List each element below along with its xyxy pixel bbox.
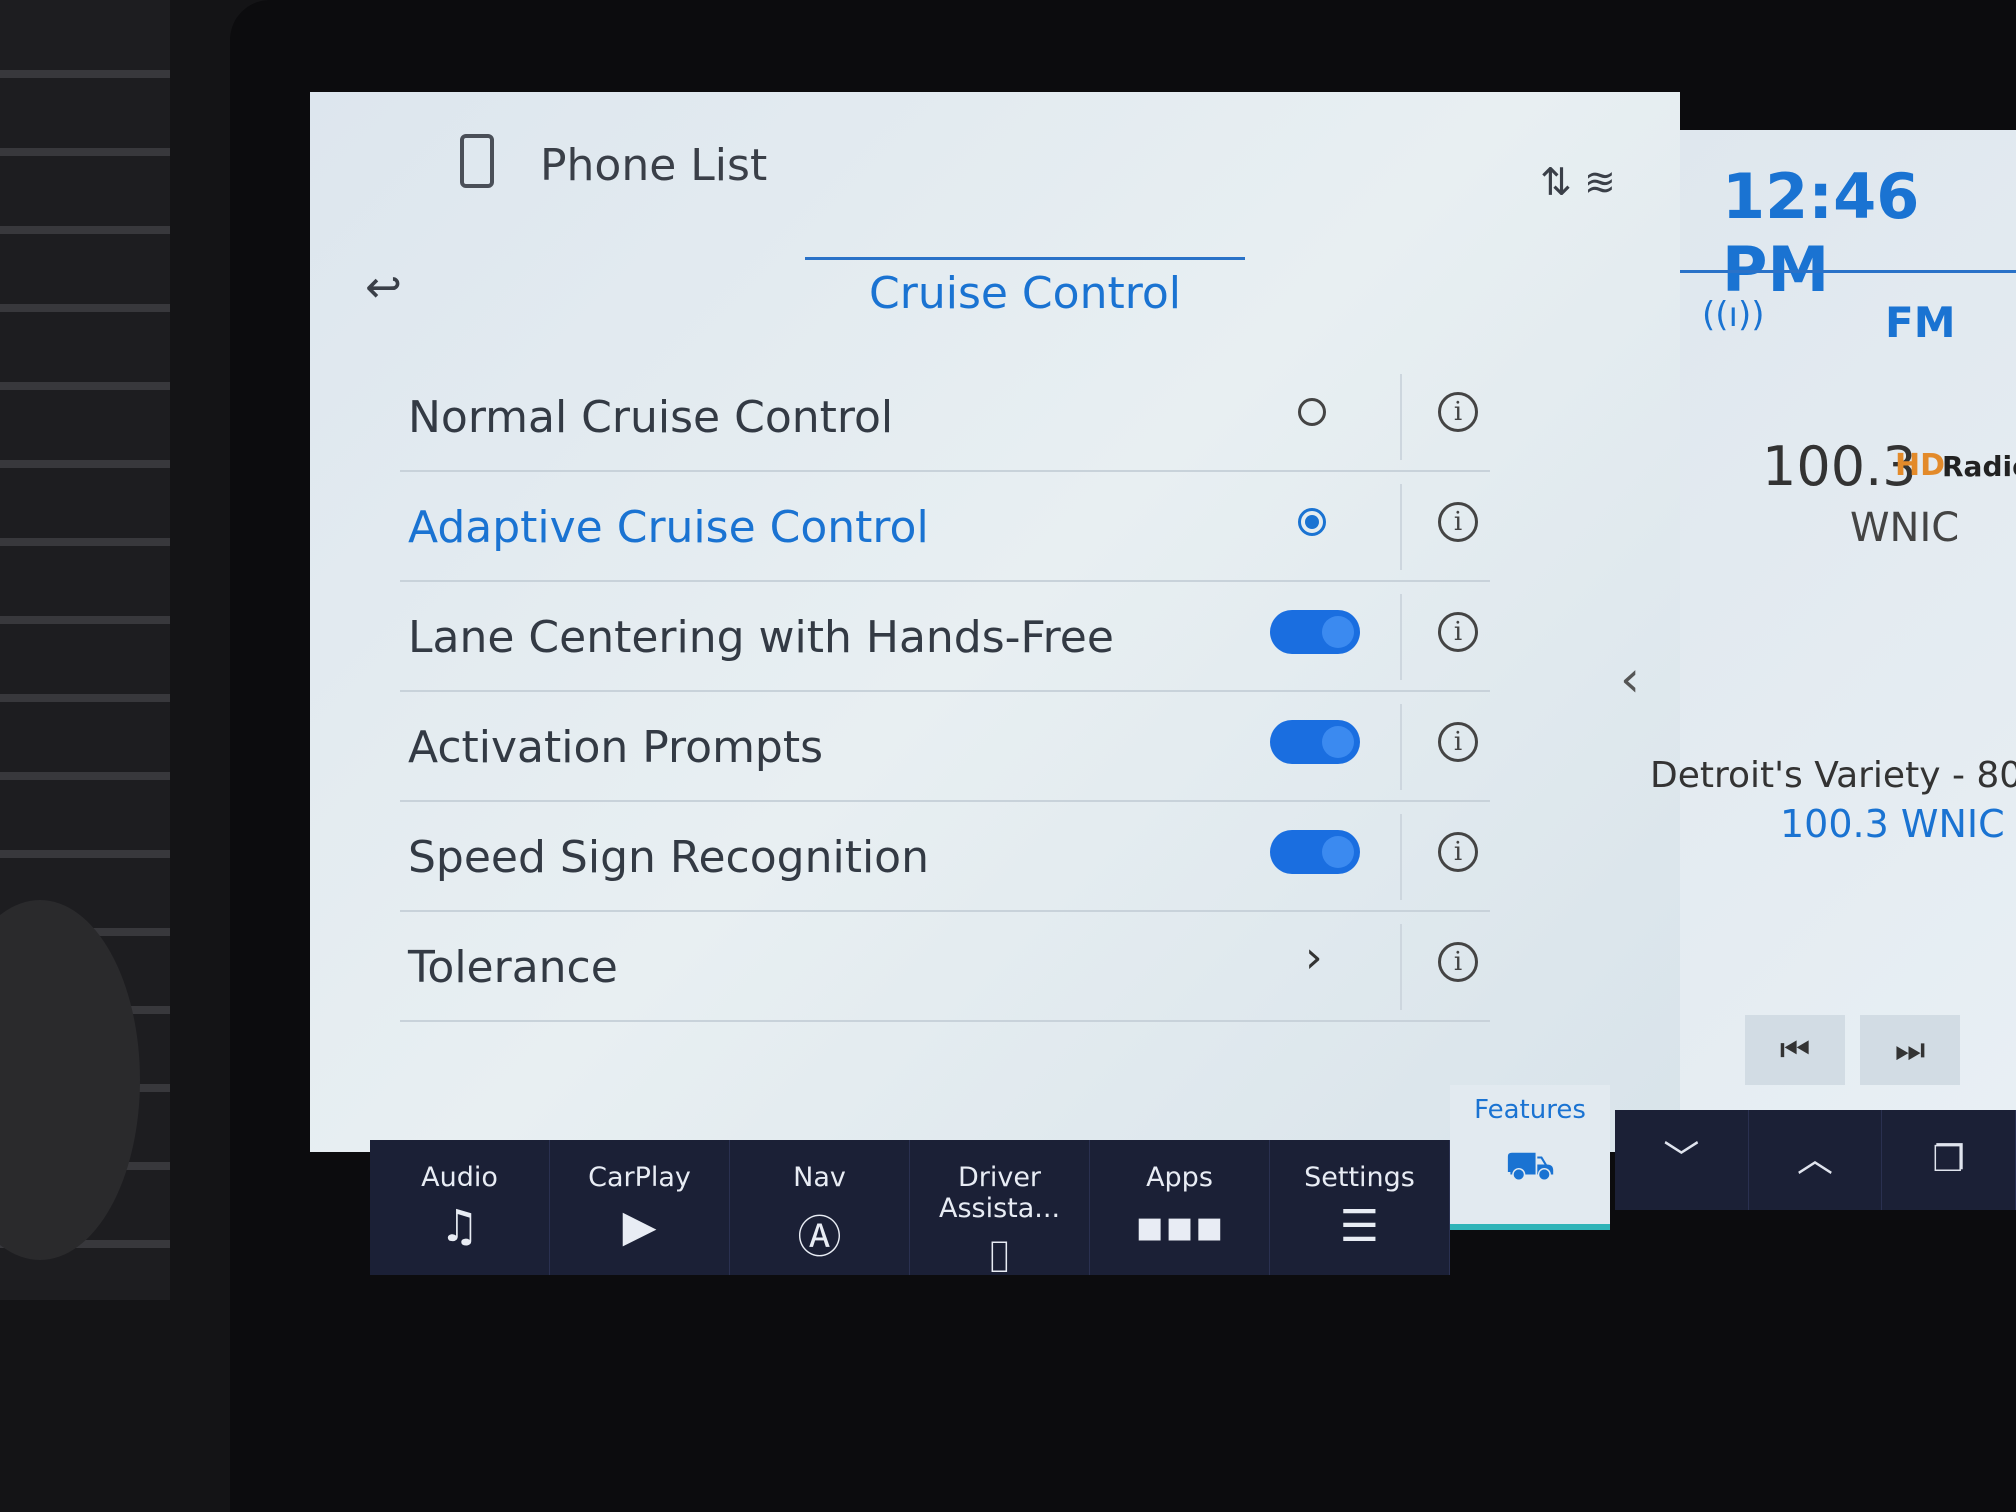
info-icon[interactable]: i: [1438, 832, 1478, 872]
setting-label: Speed Sign Recognition: [408, 832, 929, 883]
nav-label: CarPlay: [588, 1162, 691, 1193]
nav-driver-assist[interactable]: Driver Assista... ⌷: [910, 1140, 1090, 1283]
chevron-down-icon[interactable]: ﹀: [1615, 1110, 1749, 1210]
setting-lane-centering[interactable]: Lane Centering with Hands-Free i: [400, 582, 1490, 692]
nav-label: Features: [1474, 1095, 1586, 1125]
station-description: Detroit's Variety - 80's: [1650, 755, 2016, 796]
nav-label: Apps: [1146, 1162, 1213, 1193]
setting-label: Activation Prompts: [408, 722, 824, 773]
nav-label: Settings: [1304, 1162, 1415, 1193]
setting-label: Adaptive Cruise Control: [408, 502, 929, 553]
setting-speed-sign[interactable]: Speed Sign Recognition i: [400, 802, 1490, 912]
panel-controls: ﹀ ︿ ❐: [1615, 1110, 2016, 1210]
nav-nav[interactable]: Nav Ⓐ: [730, 1140, 910, 1275]
apps-grid-icon: ▪▪▪: [1134, 1201, 1225, 1252]
hd-radio-logo: HD: [1895, 448, 1946, 483]
bottom-nav: Audio ♫ CarPlay ▶ Nav Ⓐ Driver Assista... ⌷ …: [370, 1140, 1450, 1283]
info-icon[interactable]: i: [1438, 502, 1478, 542]
toggle-switch[interactable]: [1270, 610, 1360, 654]
nav-label: Driver Assista...: [938, 1162, 1061, 1224]
nav-audio[interactable]: Audio ♫: [370, 1140, 550, 1275]
page-title: Cruise Control: [869, 268, 1181, 319]
seek-back-button[interactable]: ⏮: [1745, 1015, 1845, 1085]
status-icons: ⇅ ≋: [1540, 160, 1616, 204]
toggle-switch[interactable]: [1270, 720, 1360, 764]
nav-label: Audio: [421, 1162, 498, 1193]
antenna-icon[interactable]: ((ı)): [1702, 295, 1765, 335]
info-icon[interactable]: i: [1438, 942, 1478, 982]
info-icon[interactable]: i: [1438, 612, 1478, 652]
setting-label: Lane Centering with Hands-Free: [408, 612, 1114, 663]
info-icon[interactable]: i: [1438, 722, 1478, 762]
truck-icon: ⛟: [1504, 1143, 1556, 1189]
back-arrow-icon[interactable]: ↩: [365, 262, 402, 313]
divider: [1680, 270, 2016, 273]
nav-carplay[interactable]: CarPlay ▶: [550, 1140, 730, 1275]
title-underline: [805, 257, 1245, 260]
chevron-right-icon[interactable]: ›: [1305, 932, 1395, 983]
setting-tolerance[interactable]: Tolerance › i: [400, 912, 1490, 1022]
nav-label: Nav: [793, 1162, 846, 1193]
setting-label: Normal Cruise Control: [408, 392, 894, 443]
nav-apps[interactable]: Apps ▪▪▪: [1090, 1140, 1270, 1275]
chevron-up-icon[interactable]: ︿: [1749, 1110, 1883, 1210]
nav-features[interactable]: Features ⛟: [1450, 1085, 1610, 1230]
settings-panel: Phone List ⇅ ≋ ↩ Cruise Control Normal C…: [310, 92, 1680, 1152]
nav-settings[interactable]: Settings ☰: [1270, 1140, 1450, 1275]
phone-list-button[interactable]: Phone List: [540, 140, 767, 191]
windows-icon[interactable]: ❐: [1882, 1110, 2016, 1210]
info-icon[interactable]: i: [1438, 392, 1478, 432]
sliders-icon: ☰: [1339, 1201, 1380, 1252]
toggle-switch[interactable]: [1270, 830, 1360, 874]
clock: 12:46 PM: [1722, 160, 1920, 306]
navigation-icon: Ⓐ: [797, 1212, 842, 1263]
frequency: 100.3: [1762, 435, 1917, 498]
station-name: 100.3 WNIC: [1780, 802, 2005, 846]
hd-radio-text: Radio: [1942, 450, 2016, 483]
data-transfer-icon: ⇅: [1540, 160, 1572, 204]
seek-forward-button[interactable]: ⏭: [1860, 1015, 1960, 1085]
radio-button-selected[interactable]: [1298, 508, 1326, 536]
radio-button[interactable]: [1298, 398, 1326, 426]
phone-icon: [460, 134, 494, 188]
collapse-panel-icon[interactable]: ‹: [1620, 650, 1640, 708]
radio-panel: 12:46 PM ((ı)) FM 100.3 HD Radio WNIC De…: [1650, 130, 2016, 1115]
callsign: WNIC: [1850, 505, 1960, 551]
music-note-icon: ♫: [439, 1201, 480, 1252]
setting-activation-prompts[interactable]: Activation Prompts i: [400, 692, 1490, 802]
carplay-icon: ▶: [622, 1201, 657, 1252]
setting-adaptive-cruise[interactable]: Adaptive Cruise Control i: [400, 472, 1490, 582]
band-label[interactable]: FM: [1885, 298, 1956, 347]
driver-assist-icon: ⌷: [986, 1232, 1013, 1283]
wifi-icon: ≋: [1583, 160, 1616, 204]
setting-label: Tolerance: [408, 942, 618, 993]
setting-normal-cruise[interactable]: Normal Cruise Control i: [400, 362, 1490, 472]
